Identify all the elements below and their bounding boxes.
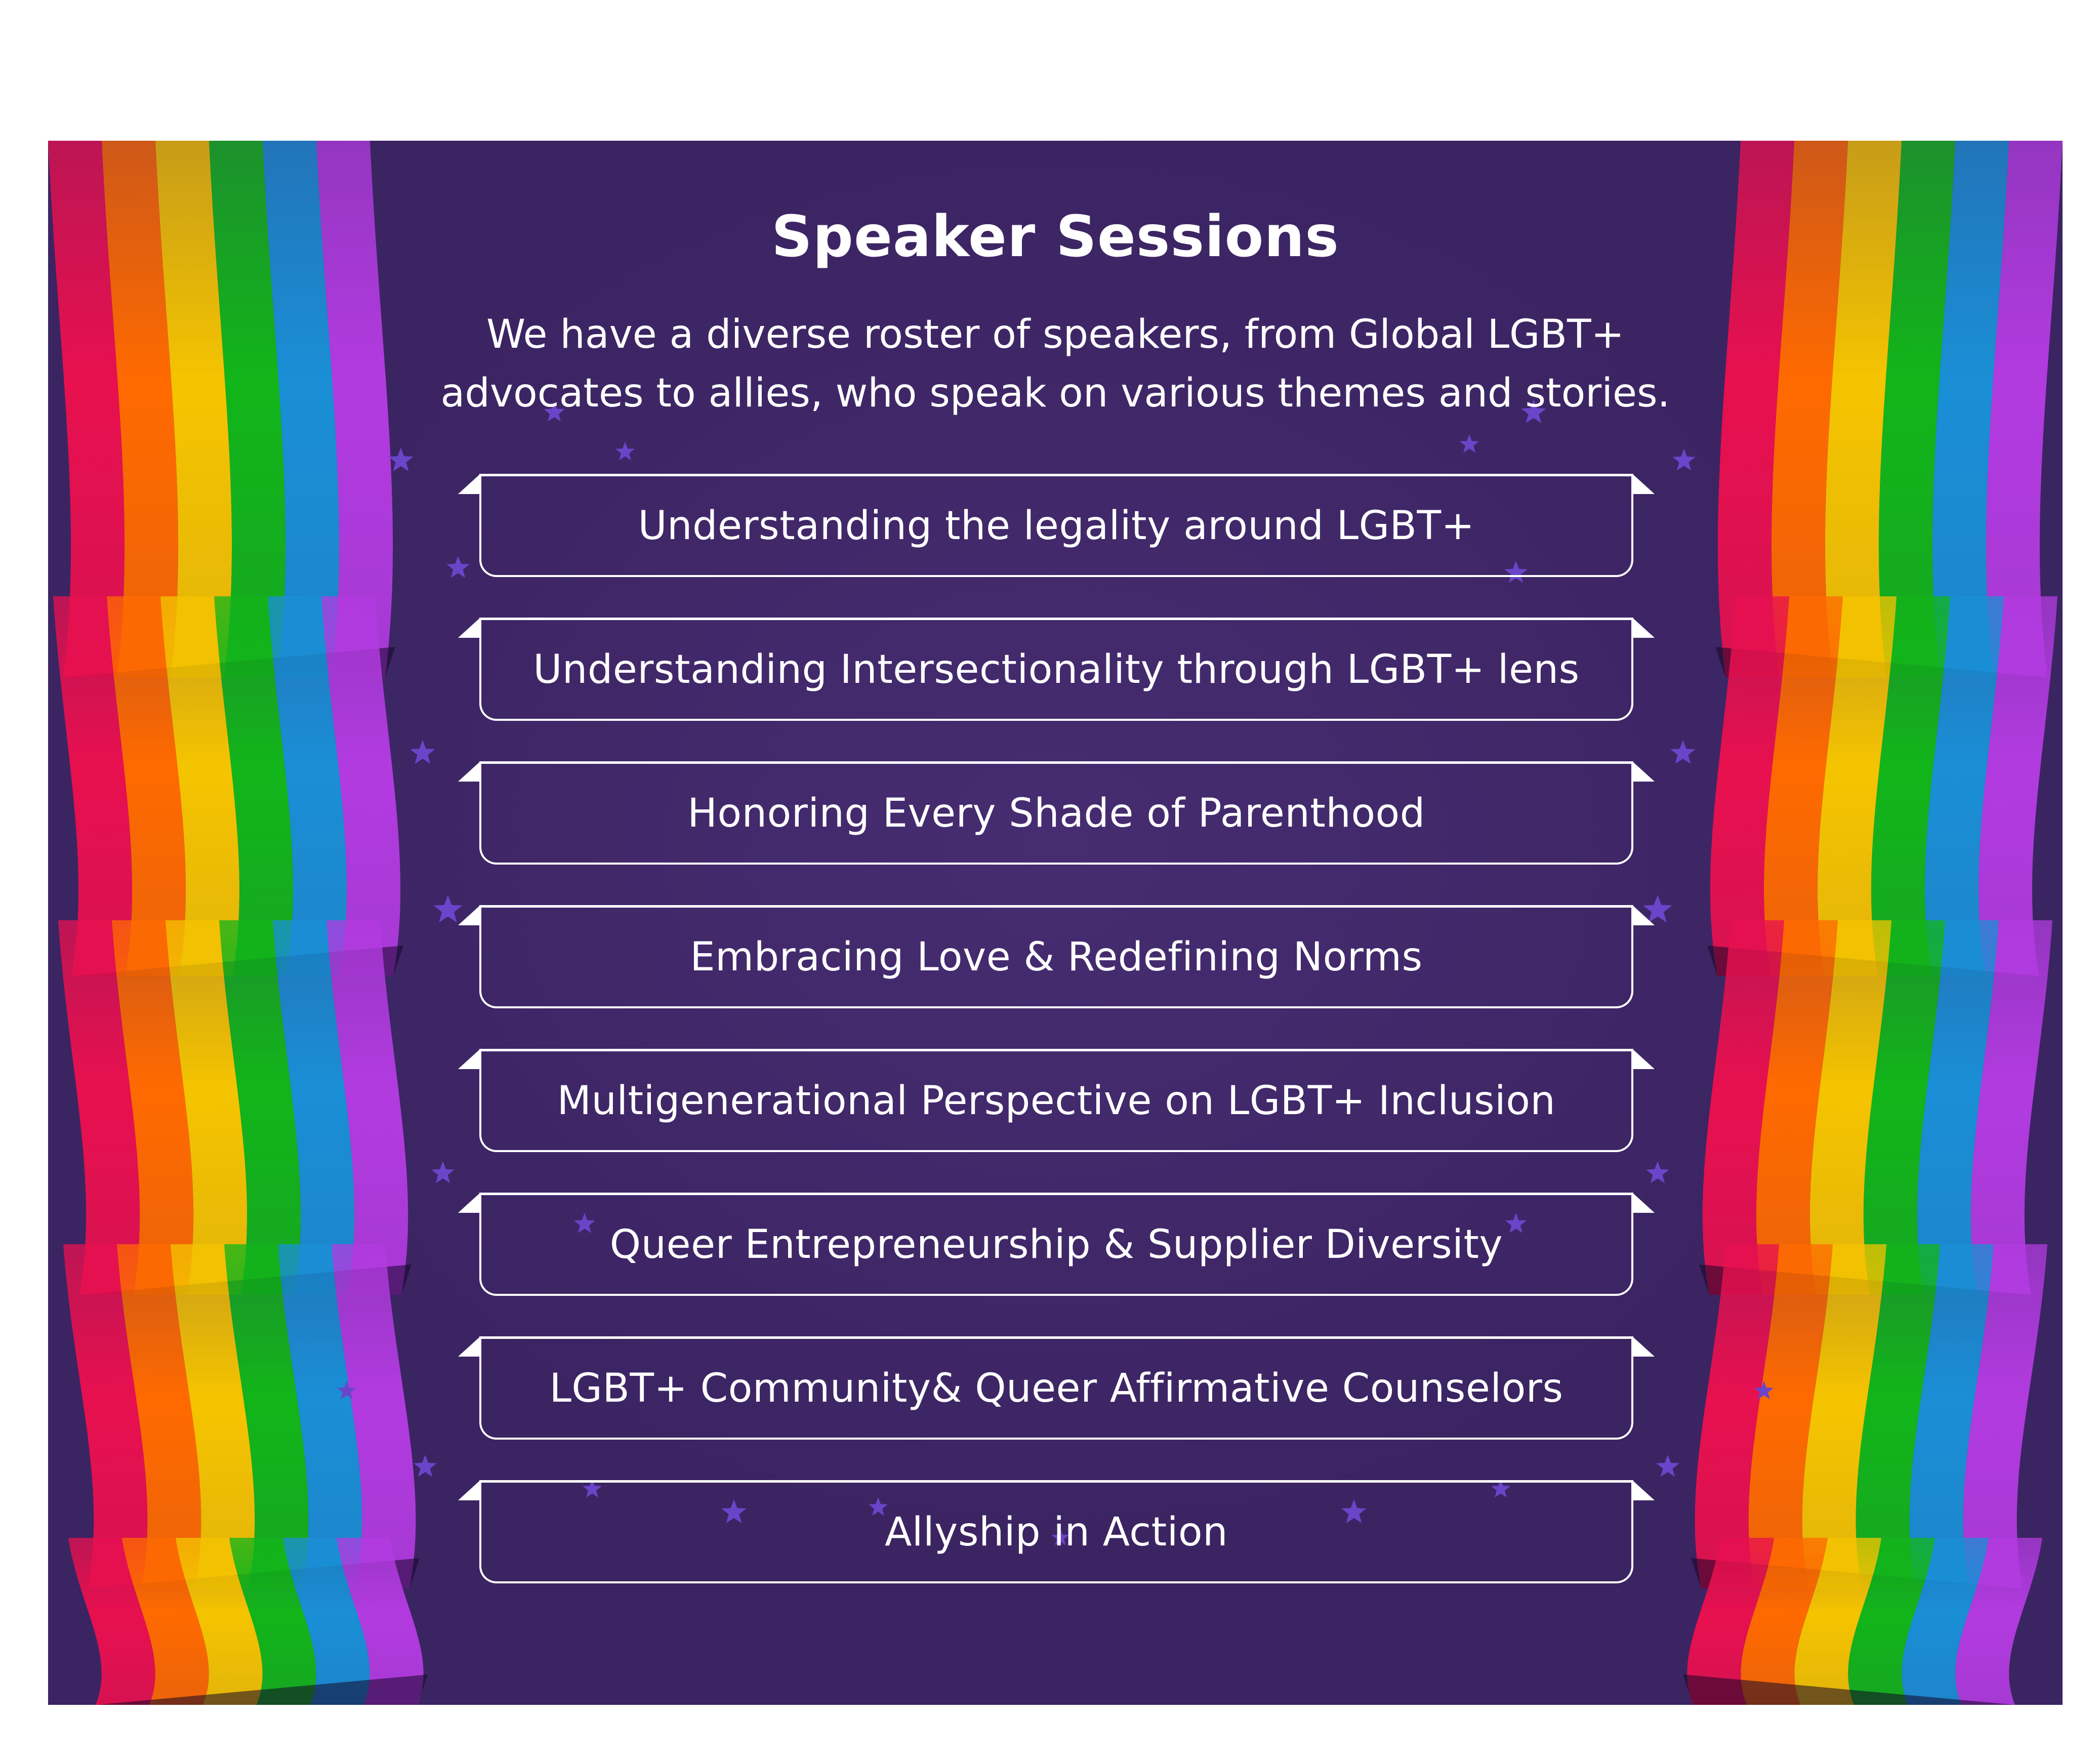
session-label: Multigenerational Perspective on LGBT+ I…: [557, 1078, 1556, 1124]
session-item[interactable]: Understanding Intersectionality through …: [458, 618, 1655, 721]
session-item[interactable]: Multigenerational Perspective on LGBT+ I…: [458, 1049, 1655, 1152]
session-item[interactable]: Queer Entrepreneurship & Supplier Divers…: [458, 1193, 1655, 1296]
session-label: Queer Entrepreneurship & Supplier Divers…: [609, 1221, 1503, 1268]
session-list: Understanding the legality around LGBT+ …: [48, 141, 2063, 1705]
session-item[interactable]: Honoring Every Shade of Parenthood: [458, 761, 1655, 865]
speaker-sessions-poster: Speaker Sessions We have a diverse roste…: [48, 141, 2063, 1705]
session-label: Understanding Intersectionality through …: [533, 646, 1580, 692]
session-item[interactable]: Embracing Love & Redefining Norms: [458, 905, 1655, 1008]
session-item[interactable]: Allyship in Action: [458, 1480, 1655, 1583]
session-label: Allyship in Action: [884, 1509, 1228, 1555]
session-item[interactable]: LGBT+ Community& Queer Affirmative Couns…: [458, 1336, 1655, 1440]
session-label: Honoring Every Shade of Parenthood: [687, 790, 1425, 836]
session-item[interactable]: Understanding the legality around LGBT+: [458, 474, 1655, 577]
session-label: Embracing Love & Redefining Norms: [690, 934, 1423, 980]
session-label: Understanding the legality around LGBT+: [638, 503, 1475, 549]
session-label: LGBT+ Community& Queer Affirmative Couns…: [549, 1365, 1563, 1411]
